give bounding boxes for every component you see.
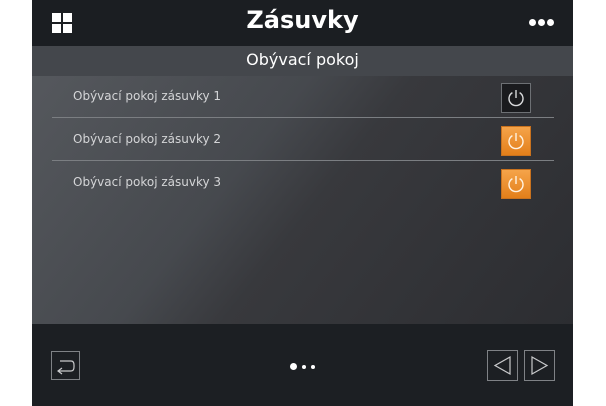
- outlet-label: Obývací pokoj zásuvky 2: [73, 132, 222, 146]
- page-indicator: [290, 363, 320, 371]
- next-page-button[interactable]: [524, 350, 555, 381]
- outlet-list: Obývací pokoj zásuvky 1 Obývací pokoj zá…: [32, 76, 573, 324]
- power-icon: [508, 133, 524, 150]
- power-toggle-button[interactable]: [501, 83, 531, 113]
- power-icon: [508, 90, 524, 107]
- outlet-row-2: Obývací pokoj zásuvky 2: [52, 119, 554, 161]
- row-divider: [52, 117, 554, 118]
- page-dot: [302, 365, 306, 369]
- page-dot: [311, 365, 315, 369]
- page-title: Zásuvky: [246, 6, 359, 34]
- bottom-bar: [32, 324, 573, 406]
- outlet-label: Obývací pokoj zásuvky 3: [73, 175, 222, 189]
- triangle-left-icon: [493, 355, 511, 376]
- page-dot-active: [290, 363, 297, 370]
- previous-page-button[interactable]: [487, 350, 518, 381]
- room-title: Obývací pokoj: [246, 50, 359, 69]
- outlet-row-1: Obývací pokoj zásuvky 1: [52, 76, 554, 118]
- top-bar: Zásuvky: [32, 0, 573, 46]
- triangle-right-icon: [531, 355, 549, 376]
- back-button[interactable]: [51, 351, 80, 380]
- power-toggle-button[interactable]: [501, 126, 531, 156]
- outlet-row-3: Obývací pokoj zásuvky 3: [52, 162, 554, 204]
- power-icon: [508, 176, 524, 193]
- row-divider: [52, 160, 554, 161]
- more-dots-icon[interactable]: [529, 19, 554, 27]
- power-toggle-button[interactable]: [501, 169, 531, 199]
- return-arrow-icon: [57, 360, 75, 375]
- room-header: Obývací pokoj: [32, 46, 573, 76]
- outlet-label: Obývací pokoj zásuvky 1: [73, 89, 222, 103]
- device-screen: Zásuvky Obývací pokoj Obývací pokoj zásu…: [32, 0, 573, 406]
